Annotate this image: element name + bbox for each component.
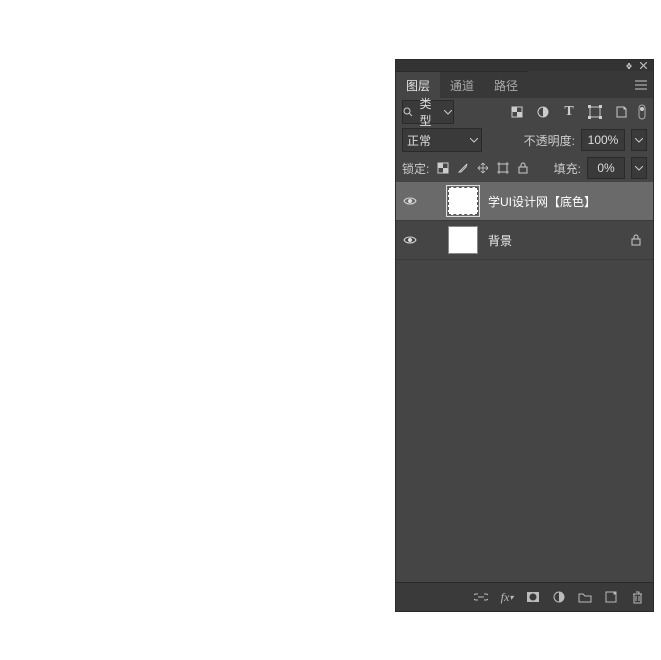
layers-panel: 图层 通道 路径 类型 T bbox=[395, 59, 654, 612]
filter-shape-icon[interactable] bbox=[585, 102, 605, 122]
layers-list: 学UI设计网【底色】 背景 bbox=[396, 182, 653, 582]
fill-dropdown-icon[interactable] bbox=[631, 157, 647, 179]
panel-titlebar bbox=[396, 60, 653, 71]
new-layer-icon[interactable] bbox=[603, 589, 619, 605]
layer-name[interactable]: 学UI设计网【底色】 bbox=[488, 193, 596, 210]
layer-mask-icon[interactable] bbox=[525, 589, 541, 605]
collapse-icon[interactable] bbox=[625, 62, 633, 70]
kind-select[interactable]: 类型 bbox=[402, 100, 454, 124]
filter-smartobject-icon[interactable] bbox=[611, 102, 631, 122]
blend-row: 正常 不透明度: 100% bbox=[396, 126, 653, 154]
lock-all-icon[interactable] bbox=[515, 160, 531, 176]
lock-position-icon[interactable] bbox=[475, 160, 491, 176]
layer-style-icon[interactable]: fx▾ bbox=[499, 589, 515, 605]
chevron-down-icon bbox=[467, 138, 481, 143]
adjustment-layer-icon[interactable] bbox=[551, 589, 567, 605]
filter-row: 类型 T bbox=[396, 98, 653, 126]
lock-artboard-icon[interactable] bbox=[495, 160, 511, 176]
lock-label: 锁定: bbox=[402, 160, 429, 177]
chevron-down-icon bbox=[442, 110, 453, 115]
panel-footer: fx▾ bbox=[396, 582, 653, 611]
filter-toggle-icon[interactable] bbox=[637, 102, 647, 122]
layer-thumbnail[interactable] bbox=[448, 226, 478, 254]
link-layers-icon[interactable] bbox=[473, 589, 489, 605]
filter-type-icon[interactable]: T bbox=[559, 102, 579, 122]
layer-row[interactable]: 背景 bbox=[396, 221, 653, 260]
fill-label: 填充: bbox=[554, 160, 581, 177]
close-icon[interactable] bbox=[639, 62, 647, 70]
tab-layers[interactable]: 图层 bbox=[396, 71, 440, 98]
delete-layer-icon[interactable] bbox=[629, 589, 645, 605]
blend-mode-value: 正常 bbox=[403, 132, 435, 149]
visibility-icon[interactable] bbox=[402, 193, 418, 209]
lock-row: 锁定: 填充: 0% bbox=[396, 154, 653, 182]
blend-mode-select[interactable]: 正常 bbox=[402, 128, 482, 152]
lock-transparent-icon[interactable] bbox=[435, 160, 451, 176]
visibility-icon[interactable] bbox=[402, 232, 418, 248]
tab-channels[interactable]: 通道 bbox=[440, 71, 484, 98]
layer-row[interactable]: 学UI设计网【底色】 bbox=[396, 182, 653, 221]
fill-value[interactable]: 0% bbox=[587, 157, 625, 179]
opacity-label: 不透明度: bbox=[524, 132, 575, 149]
opacity-value[interactable]: 100% bbox=[581, 129, 625, 151]
panel-menu-icon[interactable] bbox=[629, 71, 653, 98]
lock-pixels-icon[interactable] bbox=[455, 160, 471, 176]
tab-paths[interactable]: 路径 bbox=[484, 71, 528, 98]
filter-pixel-icon[interactable] bbox=[507, 102, 527, 122]
kind-select-value: 类型 bbox=[415, 95, 442, 129]
filter-adjustment-icon[interactable] bbox=[533, 102, 553, 122]
opacity-dropdown-icon[interactable] bbox=[631, 129, 647, 151]
lock-icon bbox=[631, 234, 647, 246]
tabs: 图层 通道 路径 bbox=[396, 71, 653, 98]
layer-thumbnail[interactable] bbox=[448, 187, 478, 215]
search-icon bbox=[403, 107, 415, 117]
new-group-icon[interactable] bbox=[577, 589, 593, 605]
layer-name[interactable]: 背景 bbox=[488, 232, 512, 249]
